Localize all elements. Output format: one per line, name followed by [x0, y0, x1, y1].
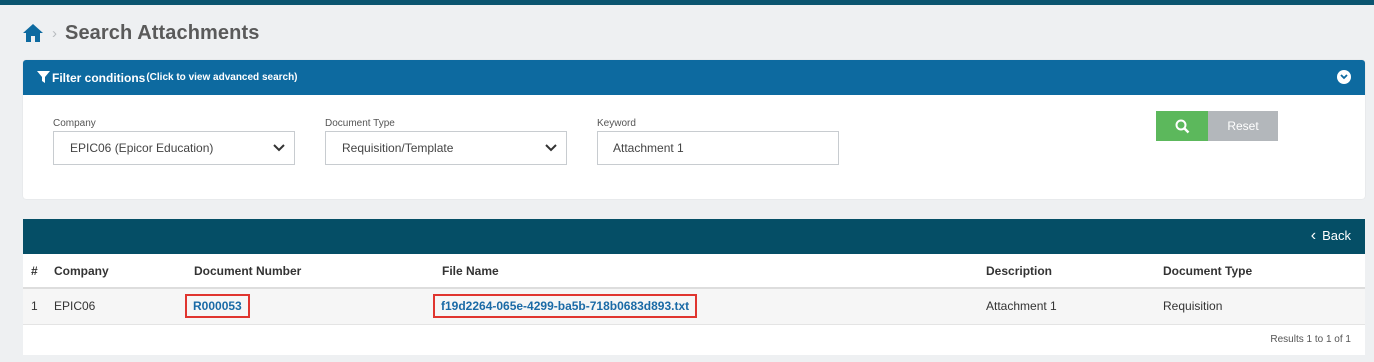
row-description: Attachment 1 — [986, 288, 1163, 325]
chevron-down-icon — [273, 144, 285, 152]
results-header: ‹ Back — [23, 219, 1365, 254]
row-company: EPIC06 — [54, 288, 194, 325]
chevron-right-icon: › — [52, 24, 57, 42]
reset-button[interactable]: Reset — [1208, 111, 1278, 141]
filter-panel: Filter conditions (Click to view advance… — [23, 60, 1365, 199]
company-select-value: EPIC06 (Epicor Education) — [70, 141, 214, 155]
row-document-number-cell: R000053 — [185, 288, 442, 325]
back-label: Back — [1322, 228, 1351, 243]
column-header-document-number: Document Number — [194, 254, 442, 289]
filter-icon — [37, 71, 50, 84]
breadcrumb: › Search Attachments — [22, 20, 259, 46]
table-row: 1 EPIC06 R000053 f19d2264-065e-4299-ba5b… — [23, 288, 1365, 325]
file-name-link[interactable]: f19d2264-065e-4299-ba5b-718b0683d893.txt — [433, 294, 698, 319]
search-button[interactable] — [1156, 111, 1208, 141]
column-header-file-name: File Name — [442, 254, 986, 289]
row-document-type: Requisition — [1163, 288, 1365, 325]
results-table: # Company Document Number File Name Desc… — [23, 254, 1365, 325]
home-icon[interactable] — [22, 22, 44, 44]
column-header-document-type: Document Type — [1163, 254, 1365, 289]
page-title: Search Attachments — [65, 21, 260, 44]
chevron-down-icon — [545, 144, 557, 152]
row-index: 1 — [23, 288, 54, 325]
document-type-select-value: Requisition/Template — [342, 141, 454, 155]
back-button[interactable]: ‹ Back — [1310, 226, 1351, 244]
company-field-label: Company — [53, 118, 96, 129]
filter-header[interactable]: Filter conditions (Click to view advance… — [23, 60, 1365, 95]
company-select[interactable]: EPIC06 (Epicor Education) — [53, 131, 295, 165]
column-header-company: Company — [54, 254, 194, 289]
filter-hint: (Click to view advanced search) — [146, 72, 298, 83]
results-count: Results 1 to 1 of 1 — [1270, 334, 1351, 345]
top-bar — [0, 0, 1374, 5]
filter-title: Filter conditions — [52, 70, 146, 85]
keyword-field-label: Keyword — [597, 118, 636, 129]
chevron-left-icon: ‹ — [1310, 226, 1317, 244]
chevron-down-circle-icon[interactable] — [1337, 70, 1351, 84]
search-icon — [1175, 119, 1189, 133]
column-header-description: Description — [986, 254, 1163, 289]
document-type-select[interactable]: Requisition/Template — [325, 131, 567, 165]
document-number-link[interactable]: R000053 — [185, 294, 250, 319]
keyword-input[interactable] — [597, 131, 839, 165]
document-type-field-label: Document Type — [325, 118, 395, 129]
row-file-name-cell: f19d2264-065e-4299-ba5b-718b0683d893.txt — [433, 288, 986, 325]
column-header-index: # — [23, 254, 54, 289]
table-header-row: # Company Document Number File Name Desc… — [23, 254, 1365, 289]
results-panel: ‹ Back # Company Document Number File Na… — [23, 219, 1365, 355]
